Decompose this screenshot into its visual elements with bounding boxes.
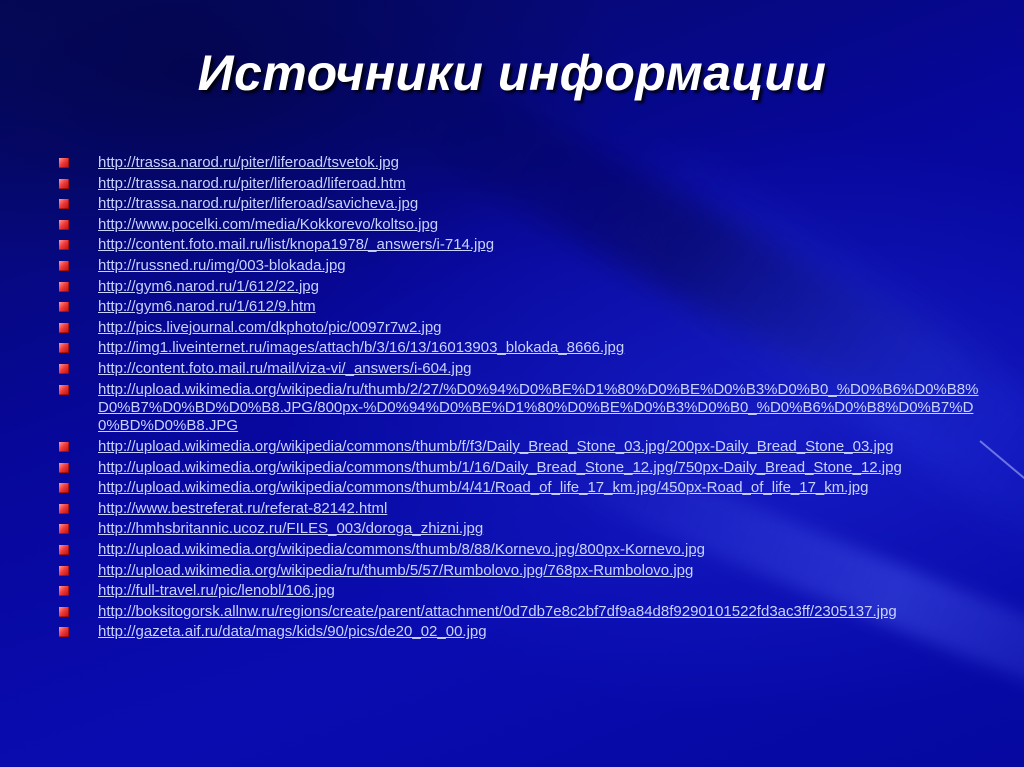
source-link[interactable]: http://img1.liveinternet.ru/images/attac… [98,339,624,356]
source-link[interactable]: http://gazeta.aif.ru/data/mags/kids/90/p… [98,623,487,640]
source-link[interactable]: http://pics.livejournal.com/dkphoto/pic/… [98,319,442,336]
source-item: http://www.pocelki.com/media/Kokkorevo/k… [58,216,988,234]
source-item: http://boksitogorsk.allnw.ru/regions/cre… [58,603,988,621]
bullet-icon [59,586,69,597]
source-link[interactable]: http://content.foto.mail.ru/mail/viza-vi… [98,360,472,377]
bullet-icon [59,441,69,452]
source-link[interactable]: http://trassa.narod.ru/piter/liferoad/sa… [98,195,418,212]
source-link[interactable]: http://gym6.narod.ru/1/612/22.jpg [98,278,319,295]
source-link[interactable]: http://upload.wikimedia.org/wikipedia/co… [98,479,868,496]
bullet-icon [59,544,69,555]
source-link[interactable]: http://upload.wikimedia.org/wikipedia/co… [98,541,705,558]
bullet-icon [59,219,69,230]
bullet-icon [59,363,69,374]
source-link[interactable]: http://upload.wikimedia.org/wikipedia/co… [98,438,893,455]
source-link[interactable]: http://full-travel.ru/pic/lenobl/106.jpg [98,582,335,599]
bullet-icon [59,462,69,473]
bullet-icon [59,503,69,514]
source-item: http://content.foto.mail.ru/list/knopa19… [58,236,988,254]
source-list: http://trassa.narod.ru/piter/liferoad/ts… [58,154,988,644]
source-item: http://www.bestreferat.ru/referat-82142.… [58,500,988,518]
source-link[interactable]: http://content.foto.mail.ru/list/knopa19… [98,236,494,253]
bullet-icon [59,565,69,576]
source-link[interactable]: http://upload.wikimedia.org/wikipedia/ru… [98,381,978,435]
source-item: http://upload.wikimedia.org/wikipedia/co… [58,459,988,477]
source-item: http://russned.ru/img/003-blokada.jpg [58,257,988,275]
bullet-icon [59,627,69,638]
source-item: http://upload.wikimedia.org/wikipedia/co… [58,479,988,497]
source-link[interactable]: http://www.bestreferat.ru/referat-82142.… [98,500,387,517]
source-item: http://full-travel.ru/pic/lenobl/106.jpg [58,582,988,600]
bullet-icon [59,281,69,292]
source-link[interactable]: http://boksitogorsk.allnw.ru/regions/cre… [98,603,897,620]
bullet-icon [59,302,69,313]
source-link[interactable]: http://trassa.narod.ru/piter/liferoad/li… [98,175,406,192]
source-link[interactable]: http://trassa.narod.ru/piter/liferoad/ts… [98,154,399,171]
source-item: http://img1.liveinternet.ru/images/attac… [58,339,988,357]
slide-title: Источники информации [197,45,827,101]
source-item: http://gym6.narod.ru/1/612/9.htm [58,298,988,316]
source-item: http://hmhsbritannic.ucoz.ru/FILES_003/d… [58,520,988,538]
source-item: http://upload.wikimedia.org/wikipedia/ru… [58,562,988,580]
source-item: http://trassa.narod.ru/piter/liferoad/ts… [58,154,988,172]
bullet-icon [59,178,69,189]
bullet-icon [59,199,69,210]
bullet-icon [59,260,69,271]
source-item: http://content.foto.mail.ru/mail/viza-vi… [58,360,988,378]
source-link[interactable]: http://hmhsbritannic.ucoz.ru/FILES_003/d… [98,520,483,537]
source-item: http://trassa.narod.ru/piter/liferoad/sa… [58,195,988,213]
source-link[interactable]: http://gym6.narod.ru/1/612/9.htm [98,298,316,315]
bullet-icon [59,606,69,617]
source-link[interactable]: http://upload.wikimedia.org/wikipedia/ru… [98,562,693,579]
source-link[interactable]: http://upload.wikimedia.org/wikipedia/co… [98,459,902,476]
source-item: http://gazeta.aif.ru/data/mags/kids/90/p… [58,623,988,641]
bullet-icon [59,240,69,251]
source-item: http://upload.wikimedia.org/wikipedia/ru… [58,381,988,436]
source-link[interactable]: http://russned.ru/img/003-blokada.jpg [98,257,346,274]
source-item: http://pics.livejournal.com/dkphoto/pic/… [58,319,988,337]
source-item: http://upload.wikimedia.org/wikipedia/co… [58,541,988,559]
source-link[interactable]: http://www.pocelki.com/media/Kokkorevo/k… [98,216,438,233]
bullet-icon [59,158,69,168]
bullet-icon [59,384,69,395]
source-item: http://trassa.narod.ru/piter/liferoad/li… [58,175,988,193]
bullet-icon [59,483,69,494]
source-item: http://gym6.narod.ru/1/612/22.jpg [58,278,988,296]
source-item: http://upload.wikimedia.org/wikipedia/co… [58,438,988,456]
bullet-icon [59,524,69,535]
bullet-icon [59,322,69,333]
bullet-icon [59,343,69,354]
